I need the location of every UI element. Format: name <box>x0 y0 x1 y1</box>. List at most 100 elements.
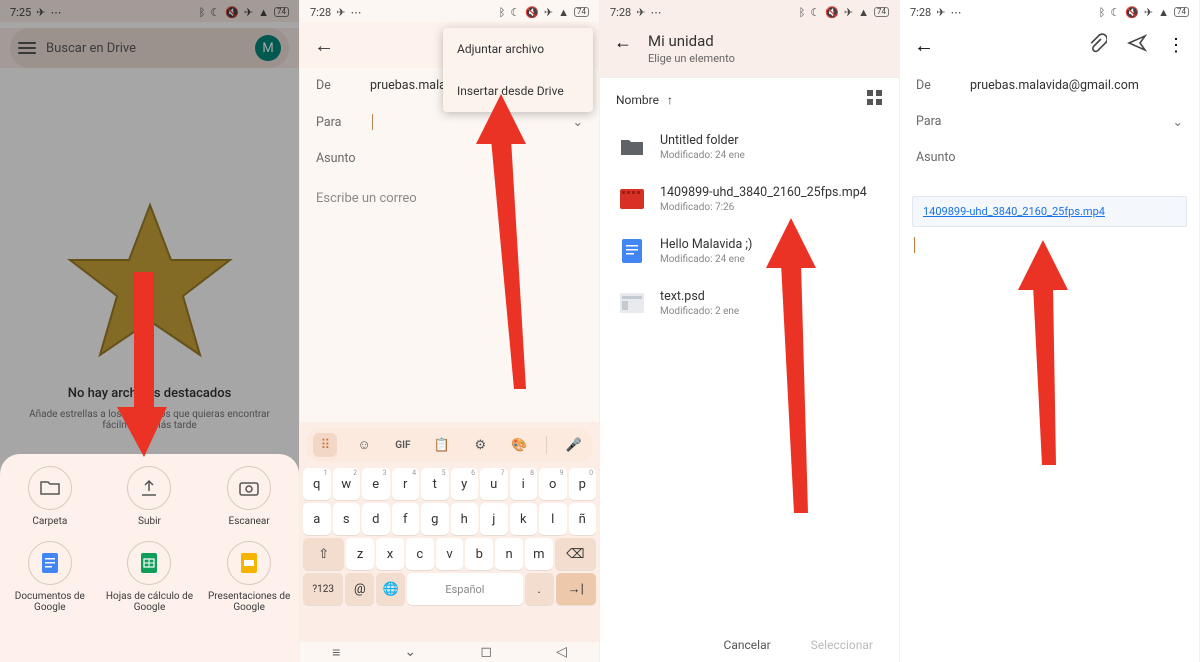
settings-icon[interactable]: ⚙ <box>468 433 492 457</box>
key-e[interactable]: e3 <box>362 468 390 500</box>
back-icon[interactable]: ← <box>614 32 632 53</box>
airplane-icon: ✈ <box>1144 6 1153 19</box>
list-item[interactable]: text.psdModificado: 2 ene <box>600 277 899 329</box>
key-k[interactable]: k <box>510 503 538 535</box>
sheet-docs[interactable]: Documentos de Google <box>4 541 96 613</box>
nav-menu-icon[interactable]: ≡ <box>332 644 340 661</box>
compose-topbar: ← ⋮ <box>900 22 1199 68</box>
from-row[interactable]: De pruebas.malavida@gmail.com <box>900 68 1199 104</box>
key-p[interactable]: p0 <box>569 468 597 500</box>
sheet-folder[interactable]: Carpeta <box>4 466 96 527</box>
back-icon[interactable]: ← <box>914 33 934 58</box>
bluetooth-icon: ᛒ <box>499 6 506 19</box>
sort-label: Nombre <box>616 93 659 107</box>
key-i[interactable]: i8 <box>510 468 538 500</box>
key-n[interactable]: n <box>495 538 523 570</box>
key-s[interactable]: s <box>333 503 361 535</box>
key-r[interactable]: r4 <box>392 468 420 500</box>
clipboard-icon[interactable]: 📋 <box>430 433 454 457</box>
key-o[interactable]: o9 <box>539 468 567 500</box>
tutorial-arrow <box>1008 240 1078 470</box>
mute-icon: 🔇 <box>1125 6 1139 19</box>
keyboard-toolbar: ⠿ ☺ GIF 📋 ⚙ 🎨 🎤 <box>306 428 593 462</box>
key-q[interactable]: q1 <box>303 468 331 500</box>
key-b[interactable]: b <box>465 538 493 570</box>
folder-icon <box>618 135 646 159</box>
nav-keyboard-icon[interactable]: ⌄ <box>404 644 416 660</box>
globe-key[interactable]: 🌐 <box>376 573 405 605</box>
telegram-icon: ✈ <box>936 6 945 19</box>
screen-drive-picker: 7:28✈⋯ ᛒ☾🔇✈▲74 ← Mi unidad Elige un elem… <box>600 0 900 662</box>
expand-icon[interactable]: ⌄ <box>1173 114 1183 130</box>
palette-icon[interactable]: 🎨 <box>507 433 531 457</box>
sort-row[interactable]: Nombre ↑ <box>600 78 899 121</box>
attach-icon[interactable] <box>1087 33 1107 57</box>
sheet-upload[interactable]: Subir <box>103 466 195 527</box>
key-v[interactable]: v <box>436 538 464 570</box>
key-m[interactable]: m <box>525 538 553 570</box>
psd-icon <box>618 291 646 315</box>
status-time: 7:28 <box>310 6 331 19</box>
more-icon: ⋯ <box>950 6 961 19</box>
expand-icon[interactable]: ⌄ <box>573 114 583 130</box>
select-button[interactable]: Seleccionar <box>811 638 873 652</box>
period-key[interactable]: . <box>525 573 554 605</box>
nav-back-icon[interactable]: ◁ <box>556 644 567 660</box>
wifi-icon: ▲ <box>1158 6 1169 19</box>
gif-icon[interactable]: GIF <box>391 433 415 457</box>
key-l[interactable]: l <box>539 503 567 535</box>
cancel-button[interactable]: Cancelar <box>724 638 771 652</box>
sheet-sheets[interactable]: Hojas de cálculo de Google <box>103 541 195 613</box>
to-row[interactable]: Para ⌄ <box>900 104 1199 140</box>
picker-title: Mi unidad <box>648 32 735 50</box>
attachment-chip[interactable]: 1409899-uhd_3840_2160_25fps.mp4 <box>912 196 1187 227</box>
key-z[interactable]: z <box>346 538 374 570</box>
key-j[interactable]: j <box>480 503 508 535</box>
key-x[interactable]: x <box>376 538 404 570</box>
menu-attach-file[interactable]: Adjuntar archivo <box>443 28 593 70</box>
symbols-key[interactable]: ?123 <box>303 573 343 605</box>
key-y[interactable]: y6 <box>451 468 479 500</box>
emoji-icon[interactable]: ☺ <box>352 433 376 457</box>
key-w[interactable]: w2 <box>333 468 361 500</box>
nav-home-icon[interactable]: ◻ <box>480 644 492 660</box>
grid-icon[interactable]: ⠿ <box>313 433 337 457</box>
attach-menu: Adjuntar archivo Insertar desde Drive <box>443 28 593 112</box>
space-key[interactable]: Español <box>407 573 523 605</box>
subject-row[interactable]: Asunto <box>900 140 1199 176</box>
backspace-key[interactable]: ⌫ <box>555 538 596 570</box>
docs-icon <box>42 553 58 573</box>
shift-key[interactable]: ⇧ <box>303 538 344 570</box>
airplane-icon: ✈ <box>844 6 853 19</box>
status-bar: 7:28✈⋯ ᛒ☾🔇✈▲74 <box>900 0 1199 22</box>
subject-row[interactable]: Asunto <box>300 141 599 177</box>
list-item[interactable]: Hello Malavida ;)Modificado: 24 ene <box>600 225 899 277</box>
grid-view-icon[interactable] <box>867 90 883 109</box>
at-key[interactable]: @ <box>345 573 374 605</box>
list-item[interactable]: 1409899-uhd_3840_2160_25fps.mp4Modificad… <box>600 173 899 225</box>
sheet-scan[interactable]: Escanear <box>203 466 295 527</box>
mute-icon: 🔇 <box>825 6 839 19</box>
send-icon[interactable] <box>1127 33 1147 57</box>
mic-icon[interactable]: 🎤 <box>562 433 586 457</box>
list-item[interactable]: Untitled folderModificado: 24 ene <box>600 121 899 173</box>
back-icon[interactable]: ← <box>314 33 334 58</box>
body-placeholder[interactable]: Escribe un correo <box>300 177 599 220</box>
status-time: 7:28 <box>910 6 931 19</box>
key-ñ[interactable]: ñ <box>569 503 597 535</box>
menu-insert-drive[interactable]: Insertar desde Drive <box>443 70 593 112</box>
sheet-slides[interactable]: Presentaciones de Google <box>203 541 295 613</box>
more-icon: ⋯ <box>650 6 661 19</box>
key-c[interactable]: c <box>406 538 434 570</box>
key-g[interactable]: g <box>421 503 449 535</box>
screen-compose-attached: 7:28✈⋯ ᛒ☾🔇✈▲74 ← ⋮ De pruebas.malavida@g… <box>900 0 1200 662</box>
key-t[interactable]: t5 <box>421 468 449 500</box>
key-d[interactable]: d <box>362 503 390 535</box>
key-f[interactable]: f <box>392 503 420 535</box>
status-bar: 7:28✈⋯ ᛒ☾🔇✈▲74 <box>300 0 599 22</box>
key-h[interactable]: h <box>451 503 479 535</box>
overflow-icon[interactable]: ⋮ <box>1167 35 1185 56</box>
enter-key[interactable]: →| <box>556 573 596 605</box>
key-a[interactable]: a <box>303 503 331 535</box>
key-u[interactable]: u7 <box>480 468 508 500</box>
